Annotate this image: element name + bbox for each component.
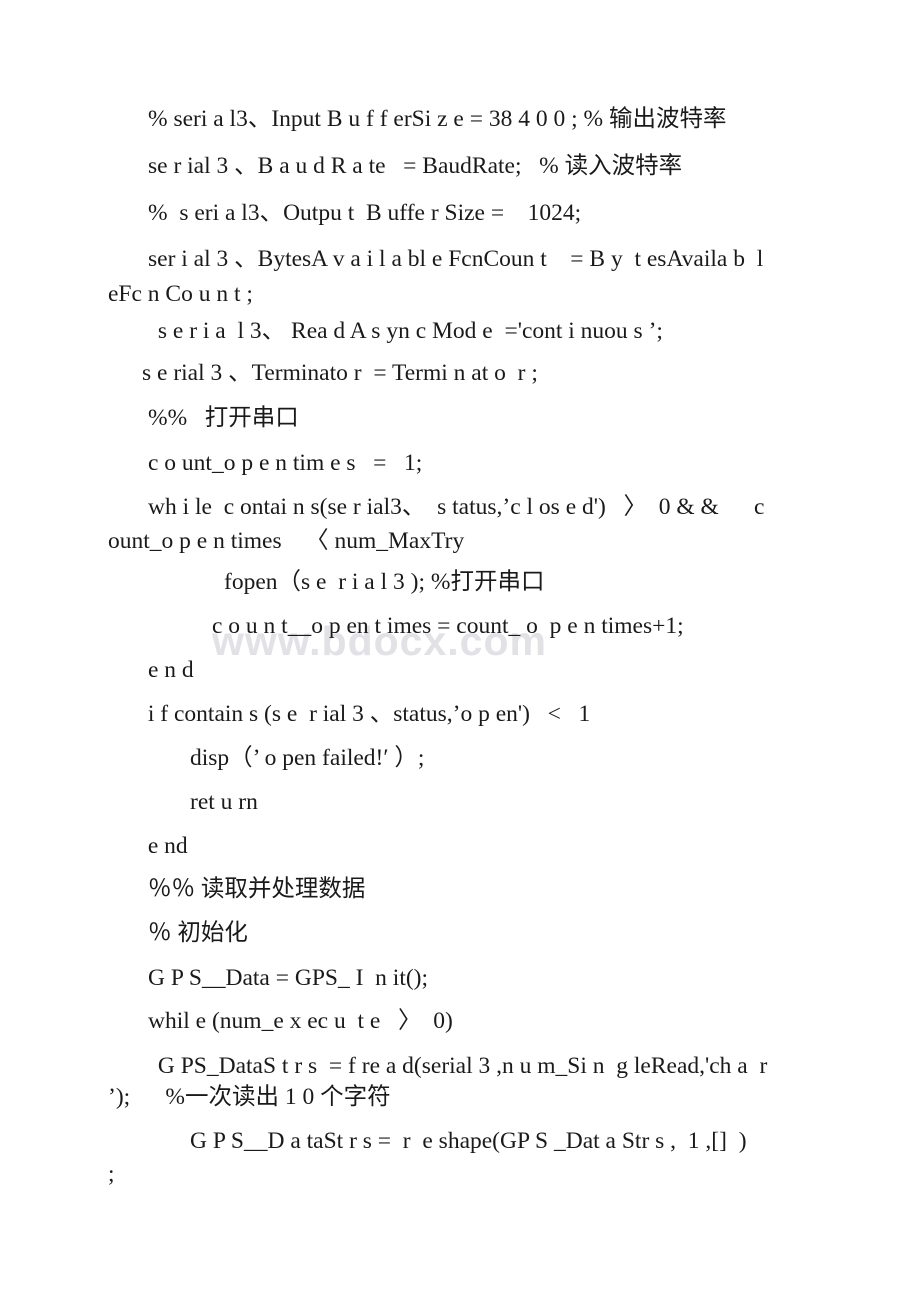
code-line: fopen（s e r i a l 3 ); %打开串口 — [224, 569, 545, 595]
code-line: % s eri a l3、Outpu t B uffe r Size = 102… — [148, 200, 582, 226]
code-line: whil e (num_e x ec u t e 〉 0) — [148, 1008, 453, 1034]
code-line: wh i le c ontai n s(se r ial3、 s tatus,’… — [148, 494, 765, 520]
code-line: %% 打开串口 — [148, 405, 299, 431]
code-line: e n d — [148, 657, 194, 683]
document-page: www.bdocx.com % seri a l3、Input B u f f … — [0, 0, 920, 1302]
code-line: e nd — [142, 833, 188, 859]
code-line: ount_o p e n times 〈 num_MaxTry — [108, 528, 465, 554]
code-line: ; — [108, 1161, 115, 1187]
code-line: ％％ 读取并处理数据 — [148, 876, 366, 902]
code-line: ser i al 3 、BytesA v a i l a bl e FcnCou… — [148, 246, 764, 272]
code-line: ret u rn — [190, 789, 258, 815]
code-line: % seri a l3、Input B u f f erSi z e = 38 … — [148, 106, 727, 132]
code-line: ’); %一次读出 1 0 个字符 — [108, 1084, 391, 1110]
code-line: G P S__Data = GPS_ I n it(); — [148, 965, 429, 991]
code-line: i f contain s (s e r ial 3 、status,’o p … — [142, 701, 591, 727]
code-line: c o unt_o p e n tim e s = 1; — [148, 450, 423, 476]
code-line: ％ 初始化 — [148, 920, 248, 946]
code-line: c o u n t__o p en t imes = count_ o p e … — [212, 613, 684, 639]
code-line: s e rial 3 、Terminato r = Termi n at o r… — [142, 360, 538, 386]
code-line: se r ial 3 、B a u d R a te = BaudRate; %… — [148, 153, 683, 179]
code-line: disp（’ o pen failed!′ ）; — [190, 745, 425, 771]
code-line: eFc n Co u n t ; — [108, 281, 253, 307]
code-line: s e r i a l 3、 Rea d A s yn c Mod e ='co… — [152, 318, 663, 344]
code-line: G PS_DataS t r s = f re a d(serial 3 ,n … — [152, 1053, 768, 1079]
code-line: G P S__D a taSt r s = r e shape(GP S _Da… — [190, 1128, 747, 1154]
